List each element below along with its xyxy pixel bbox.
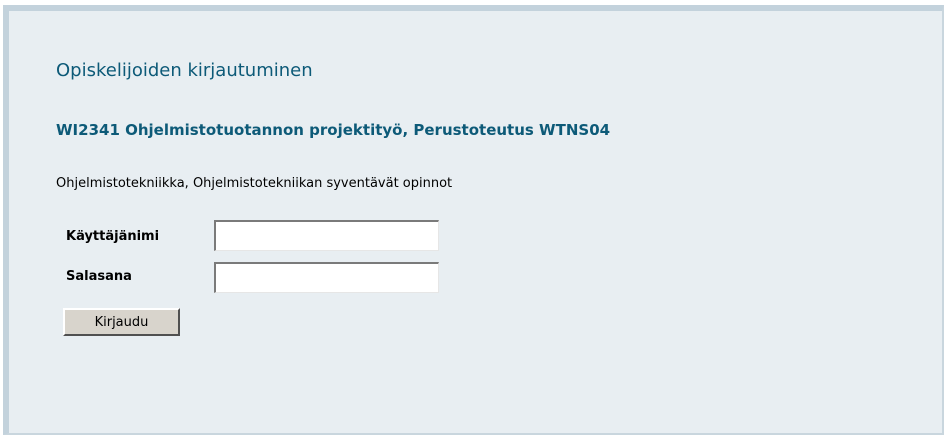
password-label: Salasana [66,269,132,284]
login-button[interactable]: Kirjaudu [63,308,180,336]
password-field[interactable] [214,262,439,293]
program-text: Ohjelmistotekniikka, Ohjelmistotekniikan… [56,176,453,191]
username-label: Käyttäjänimi [66,229,160,244]
page-title: Opiskelijoiden kirjautuminen [56,60,313,81]
username-field[interactable] [214,220,439,251]
course-title: WI2341 Ohjelmistotuotannon projektityö, … [56,121,611,139]
